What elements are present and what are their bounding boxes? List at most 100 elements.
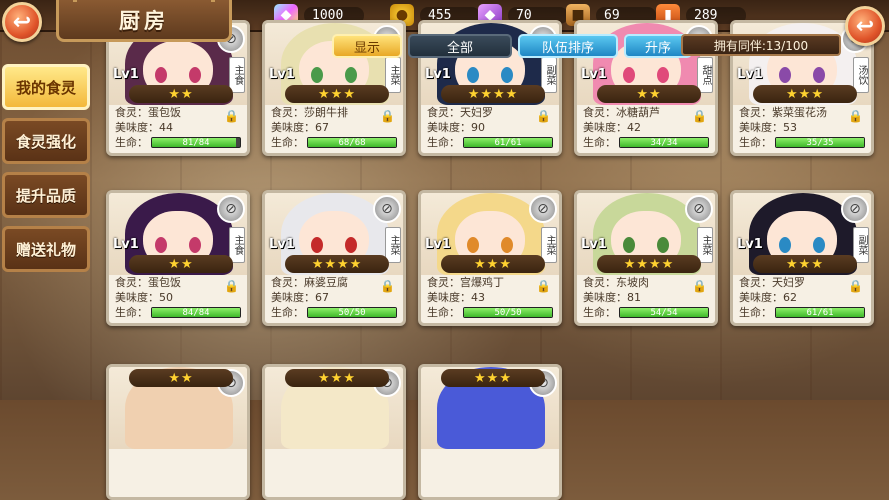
taste-label: 美味度： bbox=[271, 291, 315, 304]
all-filter-dropdown[interactable]: 全部 bbox=[408, 34, 512, 58]
dish-type-tag: 汤饮 bbox=[853, 57, 869, 93]
level-label: Lv1 bbox=[113, 67, 139, 82]
taste-value: 53 bbox=[783, 121, 797, 134]
hp-label: 生命： bbox=[271, 136, 304, 149]
sidebar-item-my-food-souls[interactable]: 我的食灵 bbox=[2, 64, 90, 110]
level-label: Lv1 bbox=[425, 67, 451, 82]
taste-row: 美味度：50 bbox=[115, 290, 241, 305]
character-portrait: ⊘ 副菜 Lv1 ★★★ bbox=[733, 193, 871, 275]
taste-label: 美味度： bbox=[427, 291, 471, 304]
portrait-eye bbox=[779, 237, 791, 253]
taste-label: 美味度： bbox=[115, 121, 159, 134]
owned-count: 拥有同伴:13/100 bbox=[681, 34, 841, 56]
back-button[interactable]: ↩ bbox=[2, 2, 42, 42]
level-label: Lv1 bbox=[737, 237, 763, 252]
taste-label: 美味度： bbox=[739, 121, 783, 134]
dish-type-tag: 副菜 bbox=[853, 227, 869, 263]
hp-row: 生命： 35/35 bbox=[739, 135, 865, 150]
hp-label: 生命： bbox=[739, 306, 772, 319]
star-rating: ★★★ bbox=[753, 255, 857, 273]
hp-value: 81/84 bbox=[182, 138, 210, 148]
food-soul-name: 莎朗牛排 bbox=[304, 106, 348, 119]
card-info: 食灵：莎朗牛排 美味度：67 生命： 68/68 bbox=[271, 105, 397, 150]
star-rating: ★★★★ bbox=[597, 255, 701, 273]
portrait-eye bbox=[813, 237, 825, 253]
sidebar-item-enhance[interactable]: 食灵强化 bbox=[2, 118, 90, 164]
character-portrait: ⊘ ★★ bbox=[109, 367, 247, 449]
portrait-eye bbox=[155, 237, 167, 253]
dish-type-tag: 甜点 bbox=[697, 57, 713, 93]
team-sort-button[interactable]: 队伍排序 bbox=[518, 34, 618, 58]
food-soul-card-partial[interactable]: ⊘ ★★ bbox=[106, 364, 250, 500]
taste-value: 62 bbox=[783, 291, 797, 304]
dish-type-icon: ⊘ bbox=[841, 195, 869, 223]
portrait-eye bbox=[467, 237, 479, 253]
taste-row: 美味度：62 bbox=[739, 290, 865, 305]
portrait-eye bbox=[189, 67, 201, 83]
food-soul-name: 紫菜蛋花汤 bbox=[772, 106, 827, 119]
filter-bar: 显示 全部 队伍排序 升序 bbox=[332, 34, 698, 58]
level-label: Lv1 bbox=[581, 237, 607, 252]
hp-value: 68/68 bbox=[338, 138, 366, 148]
hp-value: 61/61 bbox=[494, 138, 522, 148]
portrait-eye bbox=[813, 67, 825, 83]
food-soul-card[interactable]: ⊘ 副菜 Lv1 ★★★ 🔒 食灵：天妇罗 美味度：62 生命： 61/61 bbox=[730, 190, 874, 326]
name-row: 食灵：天妇罗 bbox=[739, 275, 865, 290]
hp-bar: 61/61 bbox=[775, 307, 865, 318]
food-soul-card-partial[interactable]: ⊘ ★★★ bbox=[262, 364, 406, 500]
taste-label: 美味度： bbox=[583, 291, 627, 304]
taste-value: 90 bbox=[471, 121, 485, 134]
taste-row: 美味度：53 bbox=[739, 120, 865, 135]
character-portrait: ⊘ 主菜 Lv1 ★★★★ bbox=[577, 193, 715, 275]
sidebar: 我的食灵 食灵强化 提升品质 赠送礼物 bbox=[2, 64, 92, 280]
card-info: 食灵：蛋包饭 美味度：44 生命： 81/84 bbox=[115, 105, 241, 150]
hp-bar: 50/50 bbox=[463, 307, 553, 318]
hp-label: 生命： bbox=[583, 306, 616, 319]
taste-row: 美味度：43 bbox=[427, 290, 553, 305]
hp-row: 生命： 50/50 bbox=[271, 305, 397, 320]
level-label: Lv1 bbox=[113, 237, 139, 252]
hp-value: 54/54 bbox=[650, 308, 678, 318]
show-filter-button[interactable]: 显示 bbox=[332, 34, 402, 58]
food-soul-card[interactable]: ⊘ 主菜 Lv1 ★★★★ 🔒 食灵：东坡肉 美味度：81 生命： 54/54 bbox=[574, 190, 718, 326]
sidebar-item-give-gift[interactable]: 赠送礼物 bbox=[2, 226, 90, 272]
dish-type-icon: ⊘ bbox=[685, 195, 713, 223]
character-portrait: ⊘ 主菜 Lv1 ★★★ bbox=[421, 193, 559, 275]
dish-type-tag: 主菜 bbox=[541, 227, 557, 263]
hp-label: 生命： bbox=[427, 306, 460, 319]
taste-label: 美味度： bbox=[583, 121, 627, 134]
card-info: 食灵：紫菜蛋花汤 美味度：53 生命： 35/35 bbox=[739, 105, 865, 150]
star-rating: ★★★ bbox=[441, 369, 545, 387]
sidebar-item-upgrade-quality[interactable]: 提升品质 bbox=[2, 172, 90, 218]
food-soul-name: 宫爆鸡丁 bbox=[460, 276, 504, 289]
dish-type-tag: 主菜 bbox=[385, 57, 401, 93]
back-arrow-icon: ↩ bbox=[12, 9, 32, 35]
page-title: 厨房 bbox=[56, 0, 232, 42]
hp-bar: 54/54 bbox=[619, 307, 709, 318]
star-rating: ★★ bbox=[129, 85, 233, 103]
dish-type-icon: ⊘ bbox=[217, 195, 245, 223]
level-label: Lv1 bbox=[581, 67, 607, 82]
star-rating: ★★ bbox=[129, 369, 233, 387]
name-label: 食灵： bbox=[427, 276, 460, 289]
portrait-eye bbox=[189, 237, 201, 253]
card-info: 食灵：宫爆鸡丁 美味度：43 生命： 50/50 bbox=[427, 275, 553, 320]
food-soul-name: 天妇罗 bbox=[772, 276, 805, 289]
dish-type-tag: 主菜 bbox=[697, 227, 713, 263]
return-arrow-icon: ↩ bbox=[855, 13, 875, 39]
food-soul-card[interactable]: ⊘ 主菜 Lv1 ★★★ 🔒 食灵：宫爆鸡丁 美味度：43 生命： 50/50 bbox=[418, 190, 562, 326]
star-rating: ★★★ bbox=[285, 369, 389, 387]
name-row: 食灵：紫菜蛋花汤 bbox=[739, 105, 865, 120]
hp-label: 生命： bbox=[583, 136, 616, 149]
food-soul-card[interactable]: ⊘ 主食 Lv1 ★★ 🔒 食灵：蛋包饭 美味度：50 生命： 84/84 bbox=[106, 190, 250, 326]
hp-bar: 61/61 bbox=[463, 137, 553, 148]
taste-label: 美味度： bbox=[739, 291, 783, 304]
portrait-eye bbox=[467, 67, 479, 83]
name-row: 食灵：宫爆鸡丁 bbox=[427, 275, 553, 290]
food-soul-card-partial[interactable]: ⊘ ★★★ bbox=[418, 364, 562, 500]
return-button[interactable]: ↩ bbox=[845, 6, 885, 46]
portrait-eye bbox=[657, 237, 669, 253]
portrait-eye bbox=[311, 237, 323, 253]
food-soul-card[interactable]: ⊘ 主菜 Lv1 ★★★★ 🔒 食灵：麻婆豆腐 美味度：67 生命： 50/50 bbox=[262, 190, 406, 326]
hp-label: 生命： bbox=[115, 306, 148, 319]
